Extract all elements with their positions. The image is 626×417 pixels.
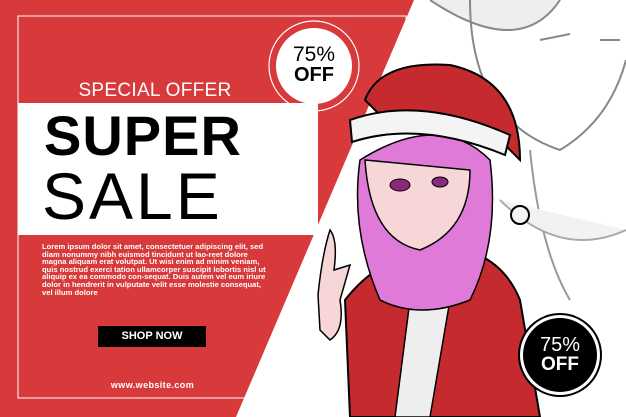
body-text: Lorem ipsum dolor sit amet, consectetuer… [42,242,266,297]
badge-off: OFF [294,64,334,86]
special-offer-label: SPECIAL OFFER [78,80,232,101]
badge-percent: 75% [292,43,336,66]
discount-badge-top: 75% OFF [276,28,352,104]
website-link[interactable]: www.website.com [100,380,205,390]
headline-sale: SALE [42,159,223,233]
badge-off: OFF [541,354,579,375]
badge-percent: 75% [539,334,581,356]
discount-badge-bottom: 75% OFF [523,318,597,392]
shop-now-button[interactable]: SHOP NOW [98,326,206,347]
headline-super: SUPER [44,104,242,167]
